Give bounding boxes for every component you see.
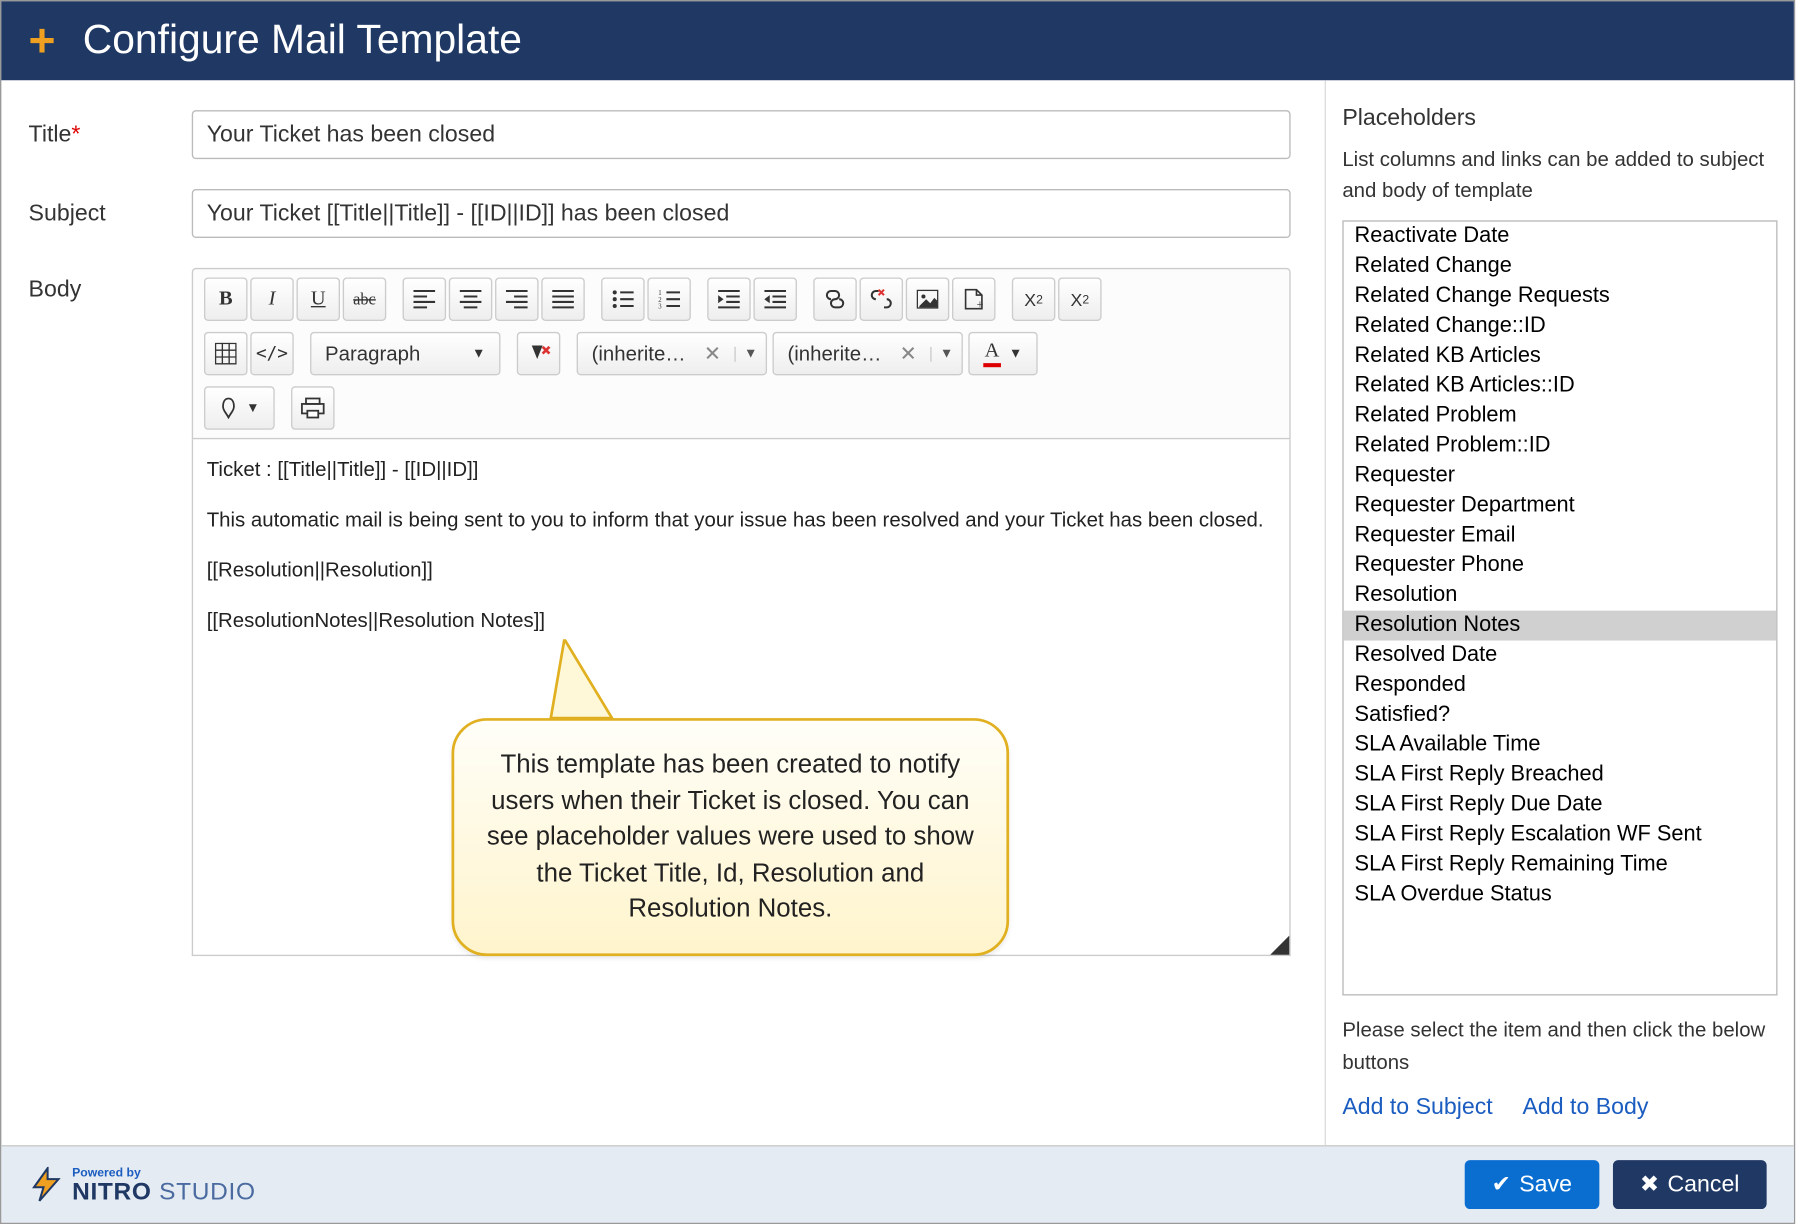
placeholder-item[interactable]: Requester Department (1344, 491, 1776, 521)
brand-main: NITRO (72, 1177, 152, 1204)
placeholder-item[interactable]: SLA First Reply Due Date (1344, 790, 1776, 820)
placeholder-item[interactable]: Responded (1344, 670, 1776, 700)
bold-button[interactable]: B (204, 277, 248, 321)
editor-toolbar: B I U abc (192, 268, 1291, 439)
highlight-button[interactable]: ▼ (204, 386, 275, 430)
unlink-button[interactable] (860, 277, 904, 321)
placeholder-item[interactable]: Reactivate Date (1344, 222, 1776, 252)
source-button[interactable]: </> (250, 332, 294, 376)
close-icon: ✖ (1640, 1171, 1659, 1198)
placeholders-desc: List columns and links can be added to s… (1342, 146, 1794, 207)
placeholder-item[interactable]: SLA Overdue Status (1344, 880, 1776, 910)
paragraph-label: Paragraph (325, 342, 420, 365)
clear-icon[interactable]: ✕ (704, 341, 721, 365)
placeholder-item[interactable]: Related KB Articles::ID (1344, 371, 1776, 401)
indent-button[interactable] (707, 277, 751, 321)
strikethrough-button[interactable]: abc (343, 277, 387, 321)
subscript-button[interactable]: X2 (1012, 277, 1056, 321)
font-family-select[interactable]: (inherite… ✕ ▼ (577, 332, 767, 376)
cancel-button[interactable]: ✖ Cancel (1613, 1160, 1767, 1209)
check-icon: ✔ (1492, 1171, 1511, 1198)
caret-down-icon: ▼ (735, 346, 758, 361)
plus-icon: + (29, 18, 56, 64)
print-button[interactable] (291, 386, 335, 430)
save-button[interactable]: ✔ Save (1464, 1160, 1599, 1209)
placeholder-item[interactable]: SLA First Reply Breached (1344, 760, 1776, 790)
body-line: [[ResolutionNotes||Resolution Notes]] (207, 607, 1276, 636)
dialog-header: + Configure Mail Template (1, 1, 1793, 80)
placeholder-item[interactable]: Related Problem::ID (1344, 431, 1776, 461)
placeholder-item[interactable]: Requester Email (1344, 521, 1776, 551)
placeholder-item[interactable]: SLA Available Time (1344, 730, 1776, 760)
superscript-button[interactable]: X2 (1058, 277, 1102, 321)
body-label: Body (29, 276, 82, 302)
svg-text:+: + (976, 298, 983, 310)
placeholder-item[interactable]: Resolution (1344, 581, 1776, 611)
link-button[interactable] (813, 277, 857, 321)
underline-button[interactable]: U (296, 277, 340, 321)
placeholder-item[interactable]: Resolved Date (1344, 641, 1776, 671)
color-letter: A (983, 340, 1000, 367)
caret-down-icon: ▼ (1009, 346, 1022, 361)
font-size-label: (inherite… (787, 342, 891, 365)
body-line: Ticket : [[Title||Title]] - [[ID||ID]] (207, 456, 1276, 485)
placeholder-item[interactable]: SLA First Reply Remaining Time (1344, 850, 1776, 880)
placeholder-item[interactable]: Related KB Articles (1344, 341, 1776, 371)
placeholder-item[interactable]: Requester (1344, 461, 1776, 491)
numbered-list-button[interactable]: 123 (647, 277, 691, 321)
image-button[interactable] (906, 277, 950, 321)
save-label: Save (1519, 1171, 1572, 1198)
editor-body[interactable]: Ticket : [[Title||Title]] - [[ID||ID]] T… (192, 439, 1291, 956)
caret-down-icon: ▼ (930, 346, 953, 361)
paragraph-select[interactable]: Paragraph ▼ (310, 332, 500, 376)
dialog-title: Configure Mail Template (83, 18, 522, 64)
clear-icon[interactable]: ✕ (900, 341, 917, 365)
placeholder-item[interactable]: Related Change Requests (1344, 282, 1776, 312)
subject-input[interactable] (192, 189, 1291, 238)
placeholder-item[interactable]: Related Change::ID (1344, 311, 1776, 341)
table-button[interactable] (204, 332, 248, 376)
cancel-label: Cancel (1667, 1171, 1739, 1198)
placeholder-item[interactable]: SLA First Reply Escalation WF Sent (1344, 820, 1776, 850)
body-line: [[Resolution||Resolution]] (207, 556, 1276, 585)
placeholders-help: Please select the item and then click th… (1342, 996, 1794, 1094)
placeholder-item[interactable]: Resolution Notes (1344, 611, 1776, 641)
title-label: Title (29, 121, 72, 147)
placeholder-item[interactable]: Related Change (1344, 252, 1776, 282)
file-button[interactable]: + (952, 277, 996, 321)
placeholder-item[interactable]: Related Problem (1344, 401, 1776, 431)
placeholder-item[interactable]: Requester Phone (1344, 551, 1776, 581)
align-justify-button[interactable] (541, 277, 585, 321)
callout-text: This template has been created to notify… (487, 751, 974, 924)
annotation-callout: This template has been created to notify… (452, 718, 1010, 956)
brand-sub: STUDIO (159, 1177, 256, 1204)
font-size-select[interactable]: (inherite… ✕ ▼ (772, 332, 962, 376)
italic-button[interactable]: I (250, 277, 294, 321)
bullet-list-button[interactable] (601, 277, 645, 321)
placeholder-list[interactable]: Reactivate DateRelated ChangeRelated Cha… (1342, 220, 1777, 995)
outdent-button[interactable] (753, 277, 797, 321)
clear-format-button[interactable] (517, 332, 561, 376)
subject-label: Subject (29, 200, 106, 226)
add-to-body-link[interactable]: Add to Body (1522, 1093, 1648, 1119)
align-right-button[interactable] (495, 277, 539, 321)
brand-logo: Powered by NITRO STUDIO (29, 1166, 256, 1203)
placeholders-heading: Placeholders (1342, 105, 1794, 132)
required-indicator: * (71, 121, 80, 147)
body-line: This automatic mail is being sent to you… (207, 506, 1276, 535)
add-to-subject-link[interactable]: Add to Subject (1342, 1093, 1492, 1119)
callout-tail (544, 639, 639, 721)
nitro-bolt-icon (29, 1167, 64, 1202)
title-input[interactable] (192, 110, 1291, 159)
caret-down-icon: ▼ (472, 346, 485, 361)
caret-down-icon: ▼ (246, 401, 259, 416)
font-family-label: (inherite… (592, 342, 696, 365)
font-color-button[interactable]: A ▼ (968, 332, 1037, 376)
svg-text:3: 3 (658, 304, 662, 309)
resize-handle-icon[interactable] (1270, 936, 1289, 955)
align-left-button[interactable] (403, 277, 447, 321)
align-center-button[interactable] (449, 277, 493, 321)
placeholder-item[interactable]: Satisfied? (1344, 700, 1776, 730)
